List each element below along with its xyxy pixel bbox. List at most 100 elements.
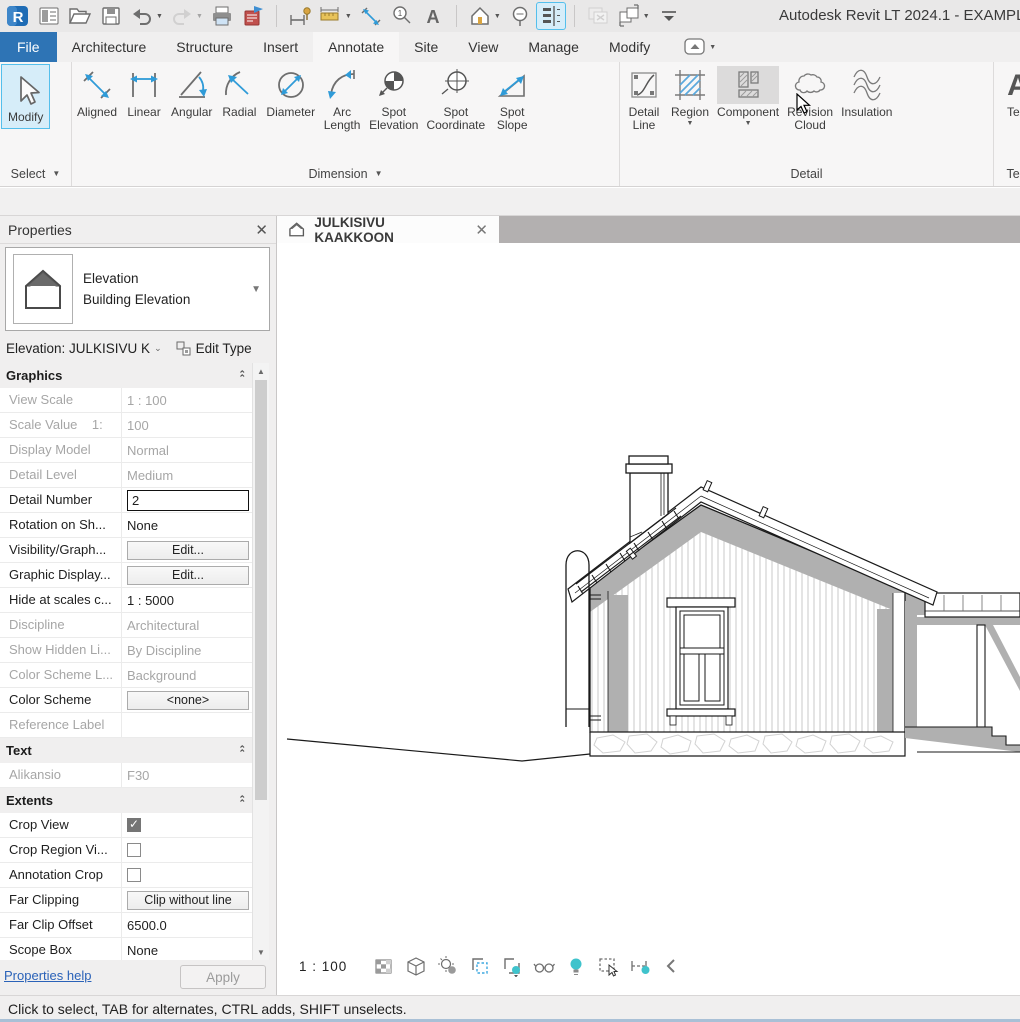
property-value[interactable] (122, 838, 252, 862)
pinned-dimension-button[interactable] (286, 3, 314, 29)
property-value[interactable]: By Discipline (122, 638, 252, 662)
radial-button[interactable]: Radial (217, 65, 261, 119)
property-value[interactable]: 6500.0 (122, 913, 252, 937)
apply-button[interactable]: Apply (180, 965, 266, 989)
visual-style-icon[interactable] (405, 955, 427, 977)
component-button[interactable]: Component▼ (714, 65, 782, 127)
property-value[interactable]: Medium (122, 463, 252, 487)
property-value[interactable]: Background (122, 663, 252, 687)
default-3d-view-button[interactable]: ▼ (466, 3, 503, 29)
property-value[interactable] (122, 713, 252, 737)
value-checkbox[interactable] (127, 818, 141, 832)
arc-length-button[interactable]: Arc Length (320, 65, 364, 132)
property-value[interactable]: Edit... (122, 538, 252, 562)
property-value[interactable]: Architectural (122, 613, 252, 637)
aligned-button[interactable]: Aligned (74, 65, 120, 119)
property-value[interactable]: None (122, 938, 252, 960)
drawing-canvas[interactable]: 1 : 100 (277, 243, 1020, 995)
revision-cloud-button[interactable]: Revision Cloud (784, 65, 836, 132)
collapse-section-icon[interactable]: ⌃⌃ (238, 747, 246, 755)
property-value[interactable]: Clip without line (122, 888, 252, 912)
view-tab[interactable]: JULKISIVU KAAKKOON ✕ (277, 216, 499, 243)
app-button[interactable]: R (4, 3, 32, 29)
dropdown-caret-icon[interactable]: ▼ (375, 169, 383, 178)
open-button[interactable] (66, 3, 94, 29)
view-scale[interactable]: 1 : 100 (299, 959, 347, 974)
redo-button[interactable]: ▼ (168, 3, 205, 29)
diameter-button[interactable]: Diameter (263, 65, 318, 119)
temporary-hide-isolate-icon[interactable] (533, 955, 555, 977)
tab-site[interactable]: Site (399, 32, 453, 62)
dropdown-caret-icon[interactable]: ▼ (52, 169, 60, 178)
property-value[interactable]: 2 (122, 488, 252, 512)
viewbar-collapse-icon[interactable] (661, 955, 683, 977)
value-button[interactable]: Edit... (127, 566, 249, 585)
spot-elevation-button[interactable]: Spot Elevation (366, 65, 421, 132)
value-edit-field[interactable]: 2 (127, 490, 249, 511)
property-value[interactable]: Normal (122, 438, 252, 462)
reveal-hidden-elements-icon[interactable] (565, 955, 587, 977)
close-inactive-button[interactable] (584, 3, 612, 29)
dropdown-caret-icon[interactable]: ▼ (745, 120, 752, 127)
property-value[interactable]: F30 (122, 763, 252, 787)
spot-coordinate-button[interactable]: Spot Coordinate (423, 65, 488, 132)
value-button[interactable]: Edit... (127, 541, 249, 560)
undo-button[interactable]: ▼ (128, 3, 165, 29)
aligned-dimension-button[interactable] (357, 3, 385, 29)
text-ribbon-button[interactable]: AText (996, 65, 1020, 119)
panel-label-dimension[interactable]: Dimension▼ (72, 161, 619, 186)
customize-qat-button[interactable] (655, 3, 683, 29)
scrollbar-thumb[interactable] (255, 380, 267, 800)
edit-type-button[interactable]: Edit Type (176, 341, 252, 356)
instance-selector[interactable]: Elevation: JULKISIVU K (6, 341, 150, 356)
print-button[interactable] (208, 3, 236, 29)
section-header-graphics[interactable]: Graphics⌃⌃ (0, 363, 252, 388)
detail-level-icon[interactable] (373, 955, 395, 977)
property-value[interactable] (122, 863, 252, 887)
switch-windows-button[interactable]: ▼ (615, 3, 652, 29)
properties-header[interactable]: Properties ✕ (0, 216, 276, 244)
section-button[interactable] (506, 3, 534, 29)
property-value[interactable]: 1 : 100 (122, 388, 252, 412)
chevron-down-icon[interactable]: ▼ (251, 284, 261, 295)
type-selector[interactable]: Elevation Building Elevation ▼ (5, 247, 270, 331)
tag-by-category-button[interactable]: 1 (388, 3, 416, 29)
panel-label-select[interactable]: Select▼ (0, 161, 71, 186)
value-checkbox[interactable] (127, 843, 141, 857)
temporary-view-properties-icon[interactable] (597, 955, 619, 977)
tab-manage[interactable]: Manage (513, 32, 594, 62)
dropdown-caret-icon[interactable]: ▼ (345, 13, 352, 20)
property-value[interactable]: 100 (122, 413, 252, 437)
tab-structure[interactable]: Structure (161, 32, 248, 62)
scroll-down-icon[interactable]: ▼ (253, 944, 269, 960)
ribbon-display-toggle[interactable]: ▼ (683, 32, 716, 62)
property-value[interactable]: <none> (122, 688, 252, 712)
property-value[interactable]: None (122, 513, 252, 537)
value-button[interactable]: <none> (127, 691, 249, 710)
region-button[interactable]: Region▼ (668, 65, 712, 127)
tab-view[interactable]: View (453, 32, 513, 62)
modify-button[interactable]: Modify (2, 65, 49, 128)
dropdown-caret-icon[interactable]: ▼ (709, 44, 716, 51)
value-checkbox[interactable] (127, 868, 141, 882)
section-header-text[interactable]: Text⌃⌃ (0, 738, 252, 763)
spot-slope-button[interactable]: Spot Slope (490, 65, 534, 132)
measure-button[interactable]: ▼ (317, 3, 354, 29)
close-icon[interactable]: ✕ (475, 221, 488, 239)
collapse-section-icon[interactable]: ⌃⌃ (238, 372, 246, 380)
angular-button[interactable]: Angular (168, 65, 215, 119)
dropdown-caret-icon[interactable]: ▼ (196, 13, 203, 20)
sun-path-icon[interactable] (437, 955, 459, 977)
crop-view-icon[interactable] (469, 955, 491, 977)
linear-button[interactable]: Linear (122, 65, 166, 119)
tab-annotate[interactable]: Annotate (313, 32, 399, 62)
insulation-button[interactable]: Insulation (838, 65, 895, 119)
home-button[interactable] (35, 3, 63, 29)
property-value[interactable]: 1 : 5000 (122, 588, 252, 612)
section-header-extents[interactable]: Extents⌃⌃ (0, 788, 252, 813)
tab-architecture[interactable]: Architecture (57, 32, 162, 62)
dropdown-caret-icon[interactable]: ▼ (494, 13, 501, 20)
tab-insert[interactable]: Insert (248, 32, 313, 62)
properties-scrollbar[interactable]: ▲ ▼ (252, 363, 269, 960)
dropdown-caret-icon[interactable]: ▼ (643, 13, 650, 20)
